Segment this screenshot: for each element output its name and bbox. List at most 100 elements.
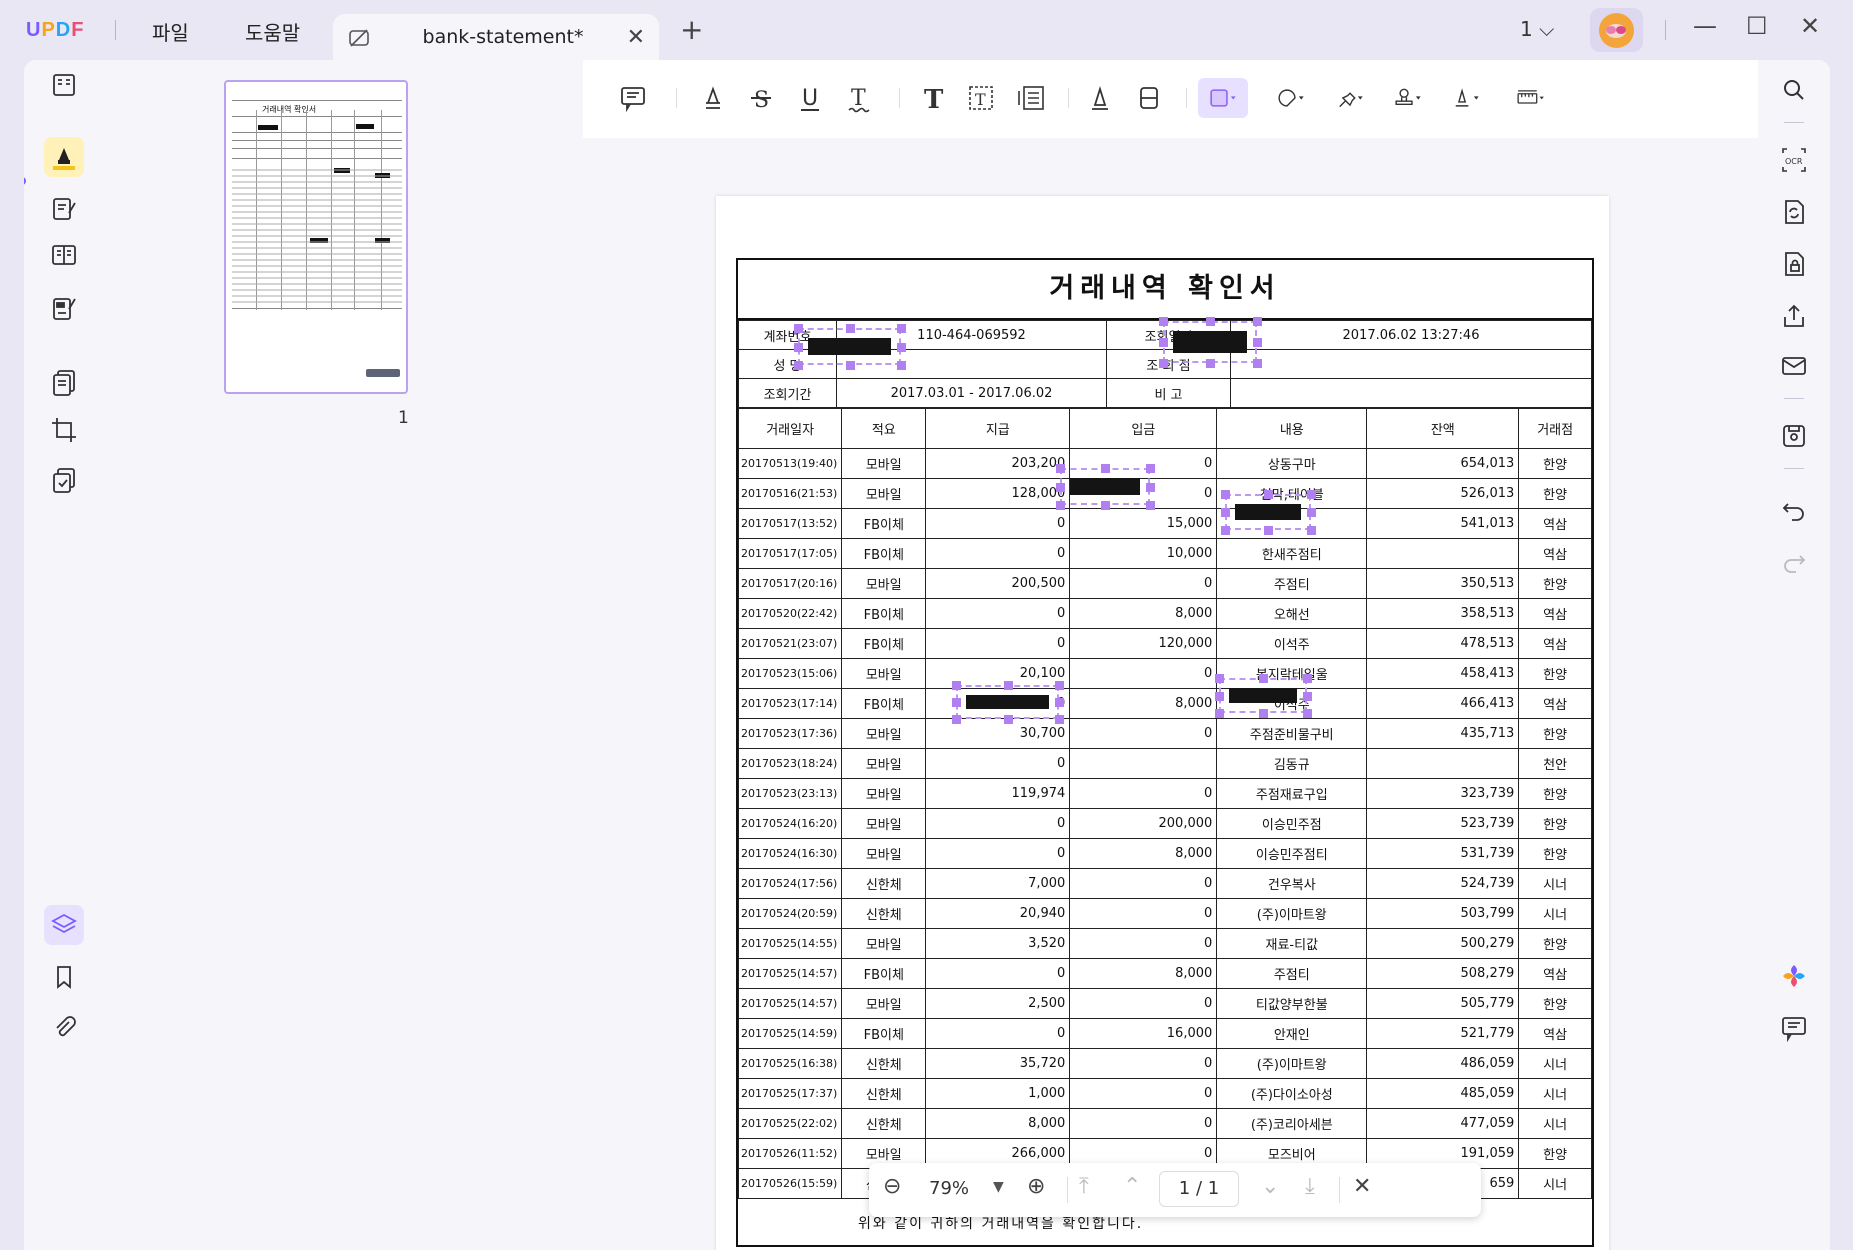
resize-handle[interactable] [794, 324, 803, 333]
resize-handle[interactable] [1215, 691, 1224, 701]
redaction-box-balance-2[interactable] [1215, 674, 1312, 718]
resize-handle[interactable] [897, 361, 906, 370]
highlight-tool[interactable] [693, 78, 733, 118]
undo-button[interactable] [1774, 490, 1814, 530]
new-tab-icon[interactable]: + [680, 16, 703, 44]
menu-file[interactable]: 파일 [152, 17, 189, 46]
resize-handle[interactable] [1253, 359, 1262, 368]
shape-tool[interactable] [1198, 78, 1248, 118]
page-view-button[interactable] [44, 235, 84, 275]
convert-button[interactable] [1774, 192, 1814, 232]
stamp-tool[interactable] [1383, 78, 1433, 118]
minimize-icon[interactable]: — [1693, 14, 1717, 38]
email-button[interactable] [1774, 346, 1814, 386]
resize-handle[interactable] [1146, 482, 1155, 492]
pin-tool[interactable] [1325, 78, 1375, 118]
resize-handle[interactable] [897, 324, 906, 333]
resize-handle[interactable] [794, 361, 803, 370]
resize-handle[interactable] [1215, 709, 1224, 718]
resize-handle[interactable] [1056, 464, 1065, 473]
resize-handle[interactable] [1159, 359, 1168, 368]
resize-handle[interactable] [952, 681, 961, 690]
document-canvas[interactable]: 거래내역 확인서 계좌번호 110-464-069592 조회일시 2017.0… [583, 138, 1758, 1250]
page-selector[interactable]: 1 ⌵ [1520, 17, 1554, 41]
share-button[interactable] [1774, 296, 1814, 336]
resize-handle[interactable] [1307, 508, 1316, 517]
updf-logo[interactable]: UPDF [26, 19, 84, 42]
resize-handle[interactable] [1221, 490, 1230, 499]
redaction-box-deposit[interactable] [952, 681, 1064, 724]
zoom-in-icon[interactable]: ⊕ [1027, 1176, 1045, 1198]
note-tool[interactable] [613, 78, 653, 118]
crop-button[interactable] [44, 410, 84, 450]
underline-tool[interactable]: U [790, 78, 830, 118]
resize-handle[interactable] [1146, 464, 1155, 473]
last-page-icon[interactable]: ⤓ [1305, 1176, 1315, 1198]
resize-handle[interactable] [1055, 681, 1064, 690]
bookmark-button[interactable] [44, 957, 84, 997]
resize-handle[interactable] [1159, 338, 1168, 347]
resize-handle[interactable] [1259, 709, 1268, 718]
edit-mode-button[interactable] [44, 188, 84, 228]
resize-handle[interactable] [1101, 464, 1110, 473]
resize-handle[interactable] [952, 715, 961, 724]
redaction-box-balance[interactable] [1221, 490, 1316, 535]
resize-handle[interactable] [1206, 317, 1215, 326]
close-window-icon[interactable]: ✕ [1800, 14, 1820, 38]
close-nav-icon[interactable]: ✕ [1353, 1176, 1371, 1198]
resize-handle[interactable] [1264, 526, 1273, 535]
save-button[interactable] [1774, 416, 1814, 456]
resize-handle[interactable] [952, 698, 961, 707]
comment-mode-button[interactable] [44, 137, 84, 177]
resize-handle[interactable] [1146, 501, 1155, 510]
redaction-box-content[interactable] [1056, 464, 1155, 510]
redo-button[interactable] [1774, 542, 1814, 582]
resize-handle[interactable] [1221, 526, 1230, 535]
pencil-tool[interactable] [1080, 78, 1120, 118]
menu-help[interactable]: 도움말 [245, 17, 300, 46]
attachment-button[interactable] [44, 1008, 84, 1048]
page-thumbnail[interactable]: 거래내역 확인서 [224, 80, 408, 394]
resize-handle[interactable] [1303, 674, 1312, 683]
first-page-icon[interactable]: ⤒ [1079, 1176, 1089, 1198]
page-input[interactable]: 1 / 1 [1159, 1171, 1239, 1207]
resize-handle[interactable] [1056, 501, 1065, 510]
resize-handle[interactable] [1307, 526, 1316, 535]
measure-tool[interactable] [1503, 78, 1559, 118]
text-tool[interactable]: T [913, 78, 953, 118]
resize-handle[interactable] [1003, 681, 1013, 690]
avatar[interactable] [1590, 8, 1643, 52]
redaction-box-name[interactable] [794, 324, 906, 370]
signature-tool[interactable] [1441, 78, 1491, 118]
zoom-dropdown-icon[interactable]: ▼ [993, 1179, 1004, 1195]
resize-handle[interactable] [1055, 715, 1064, 724]
close-tab-icon[interactable]: ✕ [627, 25, 645, 50]
zoom-out-icon[interactable]: ⊖ [883, 1176, 901, 1198]
maximize-icon[interactable]: ☐ [1746, 14, 1768, 38]
zoom-level[interactable]: 79% [929, 1178, 969, 1199]
tools-button[interactable] [44, 460, 84, 500]
resize-handle[interactable] [1056, 482, 1065, 492]
squiggly-tool[interactable]: T [839, 78, 879, 118]
resize-handle[interactable] [1303, 709, 1312, 718]
layers-button[interactable] [44, 905, 84, 945]
resize-handle[interactable] [1253, 338, 1262, 347]
resize-handle[interactable] [1215, 674, 1224, 683]
document-tab[interactable]: bank-statement* ✕ [333, 14, 659, 60]
resize-handle[interactable] [1253, 317, 1262, 326]
resize-handle[interactable] [897, 342, 906, 352]
resize-handle[interactable] [1159, 317, 1168, 326]
resize-handle[interactable] [1303, 691, 1312, 701]
organize-pages-button[interactable] [44, 362, 84, 402]
resize-handle[interactable] [1206, 359, 1215, 368]
resize-handle[interactable] [845, 361, 855, 370]
comments-panel-button[interactable] [1774, 1008, 1814, 1048]
resize-handle[interactable] [1101, 501, 1110, 510]
ocr-button[interactable]: OCR [1774, 140, 1814, 180]
resize-handle[interactable] [794, 342, 803, 352]
resize-handle[interactable] [1264, 490, 1273, 499]
resize-handle[interactable] [1055, 698, 1064, 707]
strikethrough-tool[interactable]: S [741, 78, 781, 118]
resize-handle[interactable] [1259, 674, 1268, 683]
resize-handle[interactable] [1307, 490, 1316, 499]
